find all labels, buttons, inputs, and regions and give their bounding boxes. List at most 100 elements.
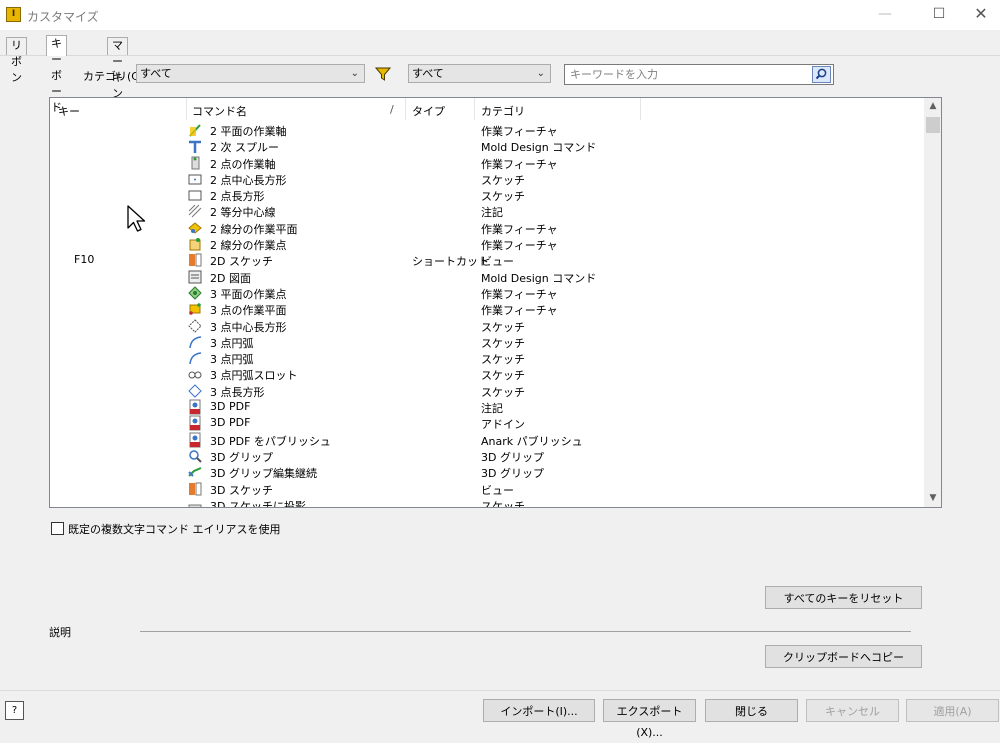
table-row[interactable]: 2 点中心長方形 スケッチ [50,171,924,187]
category-dropdown-value: すべて [140,67,172,80]
table-row[interactable]: 3 点円弧 スケッチ [50,334,924,350]
header-command[interactable]: コマンド名 [192,103,247,119]
apply-button[interactable]: 適用(A) [906,699,999,722]
type-dropdown[interactable]: すべて ⌄ [408,64,551,83]
work-axis-points-icon [187,155,203,171]
row-category: スケッチ [481,353,525,367]
table-row[interactable]: 2 等分中心線 注記 [50,203,924,219]
close-button[interactable]: 閉じる [705,699,798,722]
tab-keyboard[interactable]: キーボード [46,35,67,114]
bisector-line-icon [187,203,203,219]
maximize-button[interactable]: ☐ [916,0,962,30]
header-type[interactable]: タイプ [412,103,445,119]
alias-checkbox[interactable] [51,522,64,535]
search-button[interactable] [812,66,831,83]
vertical-scrollbar[interactable]: ▲ ▼ [924,98,941,507]
filter-icon[interactable] [374,66,392,82]
pdf-icon [187,399,203,415]
help-icon[interactable]: ? [5,701,24,720]
work-plane-icon [187,220,203,236]
import-button[interactable]: インポート(I)... [483,699,595,722]
row-command-name: 3 点の作業平面 [210,304,287,318]
search-icon [815,68,827,80]
row-category: 作業フィーチャ [481,222,558,236]
table-row[interactable]: 3D グリップ 3D グリップ [50,448,924,464]
row-command-name: 3 点円弧スロット [210,369,298,383]
table-row[interactable]: 2 平面の作業軸 作業フィーチャ [50,122,924,138]
scroll-down-icon[interactable]: ▼ [924,490,941,507]
copy-to-clipboard-button[interactable]: クリップボードへコピー [765,645,922,668]
row-category: スケッチ [481,173,525,187]
table-row[interactable]: 3 点中心長方形 スケッチ [50,318,924,334]
center-rectangle-3pt-icon [187,318,203,334]
table-row[interactable]: 3D スケッチに投影 スケッチ [50,497,924,507]
row-category: 注記 [481,206,503,220]
sketch-3d-icon [187,481,203,497]
table-row[interactable]: 2 点の作業軸 作業フィーチャ [50,155,924,171]
mouse-cursor-icon [127,205,146,232]
cancel-button[interactable]: キャンセル [806,699,899,722]
row-category: ビュー [481,255,514,269]
category-dropdown[interactable]: すべて ⌄ [136,64,365,83]
table-row[interactable]: 2 線分の作業点 作業フィーチャ [50,236,924,252]
sprue-icon [187,138,203,154]
description-divider [140,631,911,632]
scroll-up-icon[interactable]: ▲ [924,98,941,115]
work-axis-icon [187,122,203,138]
table-row[interactable]: 3D PDF 注記 [50,399,924,415]
table-row[interactable]: 3D PDF をパブリッシュ Anark パブリッシュ [50,432,924,448]
sort-indicator: / [390,103,394,116]
arc-icon [187,350,203,366]
table-row[interactable]: 3D PDF アドイン [50,415,924,431]
pdf-icon [187,415,203,431]
table-row[interactable]: 3D グリップ編集継続 3D グリップ [50,464,924,480]
tab-ribbon[interactable]: リボン [6,37,27,84]
table-row[interactable]: 2D 図面 Mold Design コマンド [50,269,924,285]
list-rows: 2 平面の作業軸 作業フィーチャ 2 次 スプルー Mold Design コマンド 2… [50,122,924,507]
header-category[interactable]: カテゴリ [481,103,525,119]
column-divider[interactable] [186,98,187,120]
search-field[interactable] [564,64,834,85]
row-command-name: 2 線分の作業平面 [210,222,298,236]
row-command-name: 2 線分の作業点 [210,239,287,253]
column-divider[interactable] [474,98,475,120]
row-category: スケッチ [481,336,525,350]
table-row[interactable]: 3 点の作業平面 作業フィーチャ [50,301,924,317]
table-row[interactable]: 2 点長方形 スケッチ [50,187,924,203]
minimize-button[interactable]: — [862,0,908,30]
row-command-name: 2 等分中心線 [210,206,276,220]
row-command-name: 3 平面の作業点 [210,287,287,301]
arc-slot-icon [187,366,203,382]
row-category: 作業フィーチャ [481,287,558,301]
column-divider[interactable] [405,98,406,120]
row-category: ビュー [481,483,514,497]
row-category: スケッチ [481,190,525,204]
export-button[interactable]: エクスポート(X)... [603,699,696,739]
reset-all-keys-button[interactable]: すべてのキーをリセット [765,586,922,609]
row-category: 作業フィーチャ [481,125,558,138]
window-title: カスタマイズ [27,10,99,24]
search-input[interactable] [568,65,808,83]
pdf-icon [187,432,203,448]
table-row[interactable]: 3 点長方形 スケッチ [50,383,924,399]
table-row[interactable]: 2 線分の作業平面 作業フィーチャ [50,220,924,236]
table-row[interactable]: 3D スケッチ ビュー [50,481,924,497]
table-row[interactable]: 3 平面の作業点 作業フィーチャ [50,285,924,301]
rectangle-icon [187,187,203,203]
scroll-thumb[interactable] [926,117,940,133]
tab-marking-menu[interactable]: マーキング メニュー [107,37,128,180]
row-category: 3D グリップ [481,467,544,481]
close-window-button[interactable]: ✕ [958,0,1000,30]
row-category: アドイン [481,418,525,432]
row-category: スケッチ [481,385,525,399]
column-divider[interactable] [640,98,641,120]
table-row[interactable]: 3 点円弧 スケッチ [50,350,924,366]
footer-divider [0,690,1000,691]
center-rectangle-icon [187,171,203,187]
row-command-name: 3 点長方形 [210,385,265,399]
table-row[interactable]: 2 次 スプルー Mold Design コマンド [50,138,924,154]
table-row[interactable]: F10 2D スケッチ ショートカット ビュー [50,252,924,268]
table-row[interactable]: 3 点円弧スロット スケッチ [50,366,924,382]
command-list[interactable]: キー コマンド名 / タイプ カテゴリ 2 平面の作業軸 作業フィーチャ 2 次 ス… [49,97,942,508]
work-plane-3points-icon [187,301,203,317]
